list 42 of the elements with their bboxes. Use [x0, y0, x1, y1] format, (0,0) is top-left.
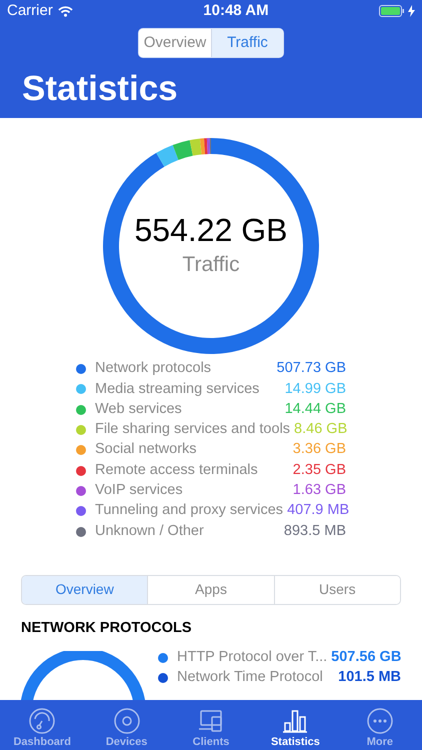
legend-label: Network protocols [95, 359, 212, 378]
legend-label: Social networks [95, 440, 197, 460]
tab-bar-item[interactable]: Clients [168, 700, 254, 750]
charging-icon [408, 5, 415, 17]
page-title: Statistics [22, 68, 179, 110]
total-value: 554.22 GB [134, 211, 288, 250]
legend-label: Network Time Protocol [177, 668, 323, 688]
legend-value: 101.5 MB [337, 668, 401, 688]
legend-label: Tunneling and proxy services [95, 501, 284, 520]
legend-label: Media streaming services [95, 380, 260, 399]
clock: 10:48 AM [203, 0, 269, 21]
legend-value: 14.99 GB [284, 380, 346, 399]
tab-bar-item[interactable]: Devices [84, 700, 169, 750]
legend-label: VoIP services [95, 481, 183, 500]
legend-value: 8.46 GB [293, 420, 348, 440]
battery-icon [379, 5, 405, 17]
legend-value: 3.36 GB [292, 440, 346, 460]
legend-label: Remote access terminals [95, 460, 258, 480]
section-tab[interactable]: Overview [22, 576, 148, 604]
tab-bar-item[interactable]: Dashboard [0, 700, 84, 750]
legend-label: HTTP Protocol over T... [177, 648, 328, 667]
legend-value: 2.35 GB [292, 460, 346, 480]
disc-icon [112, 707, 141, 735]
legend-value: 407.9 MB [286, 501, 350, 520]
section-tab[interactable]: Users [274, 576, 400, 604]
legend-label: Web services [95, 400, 182, 419]
legend-value: 893.5 MB [282, 522, 346, 541]
gauge-icon [28, 707, 56, 735]
legend-value: 1.63 GB [292, 481, 346, 500]
total-label: Traffic [182, 252, 240, 278]
more-icon [366, 707, 394, 735]
tab-bar-item[interactable]: Statistics [253, 700, 338, 750]
legend-value: 507.73 GB [276, 359, 346, 378]
legend-label: Unknown / Other [95, 522, 204, 541]
tab-bar-item[interactable]: More [338, 700, 422, 750]
legend-value: 14.44 GB [284, 400, 346, 419]
segment-tab[interactable]: Traffic [211, 29, 283, 57]
legend-value: 507.56 GB [330, 648, 402, 667]
legend-label: File sharing services and tools [95, 420, 290, 440]
section-heading: NETWORK PROTOCOLS [21, 618, 193, 638]
wifi-icon [58, 6, 73, 16]
carrier-label: Carrier [7, 0, 53, 21]
